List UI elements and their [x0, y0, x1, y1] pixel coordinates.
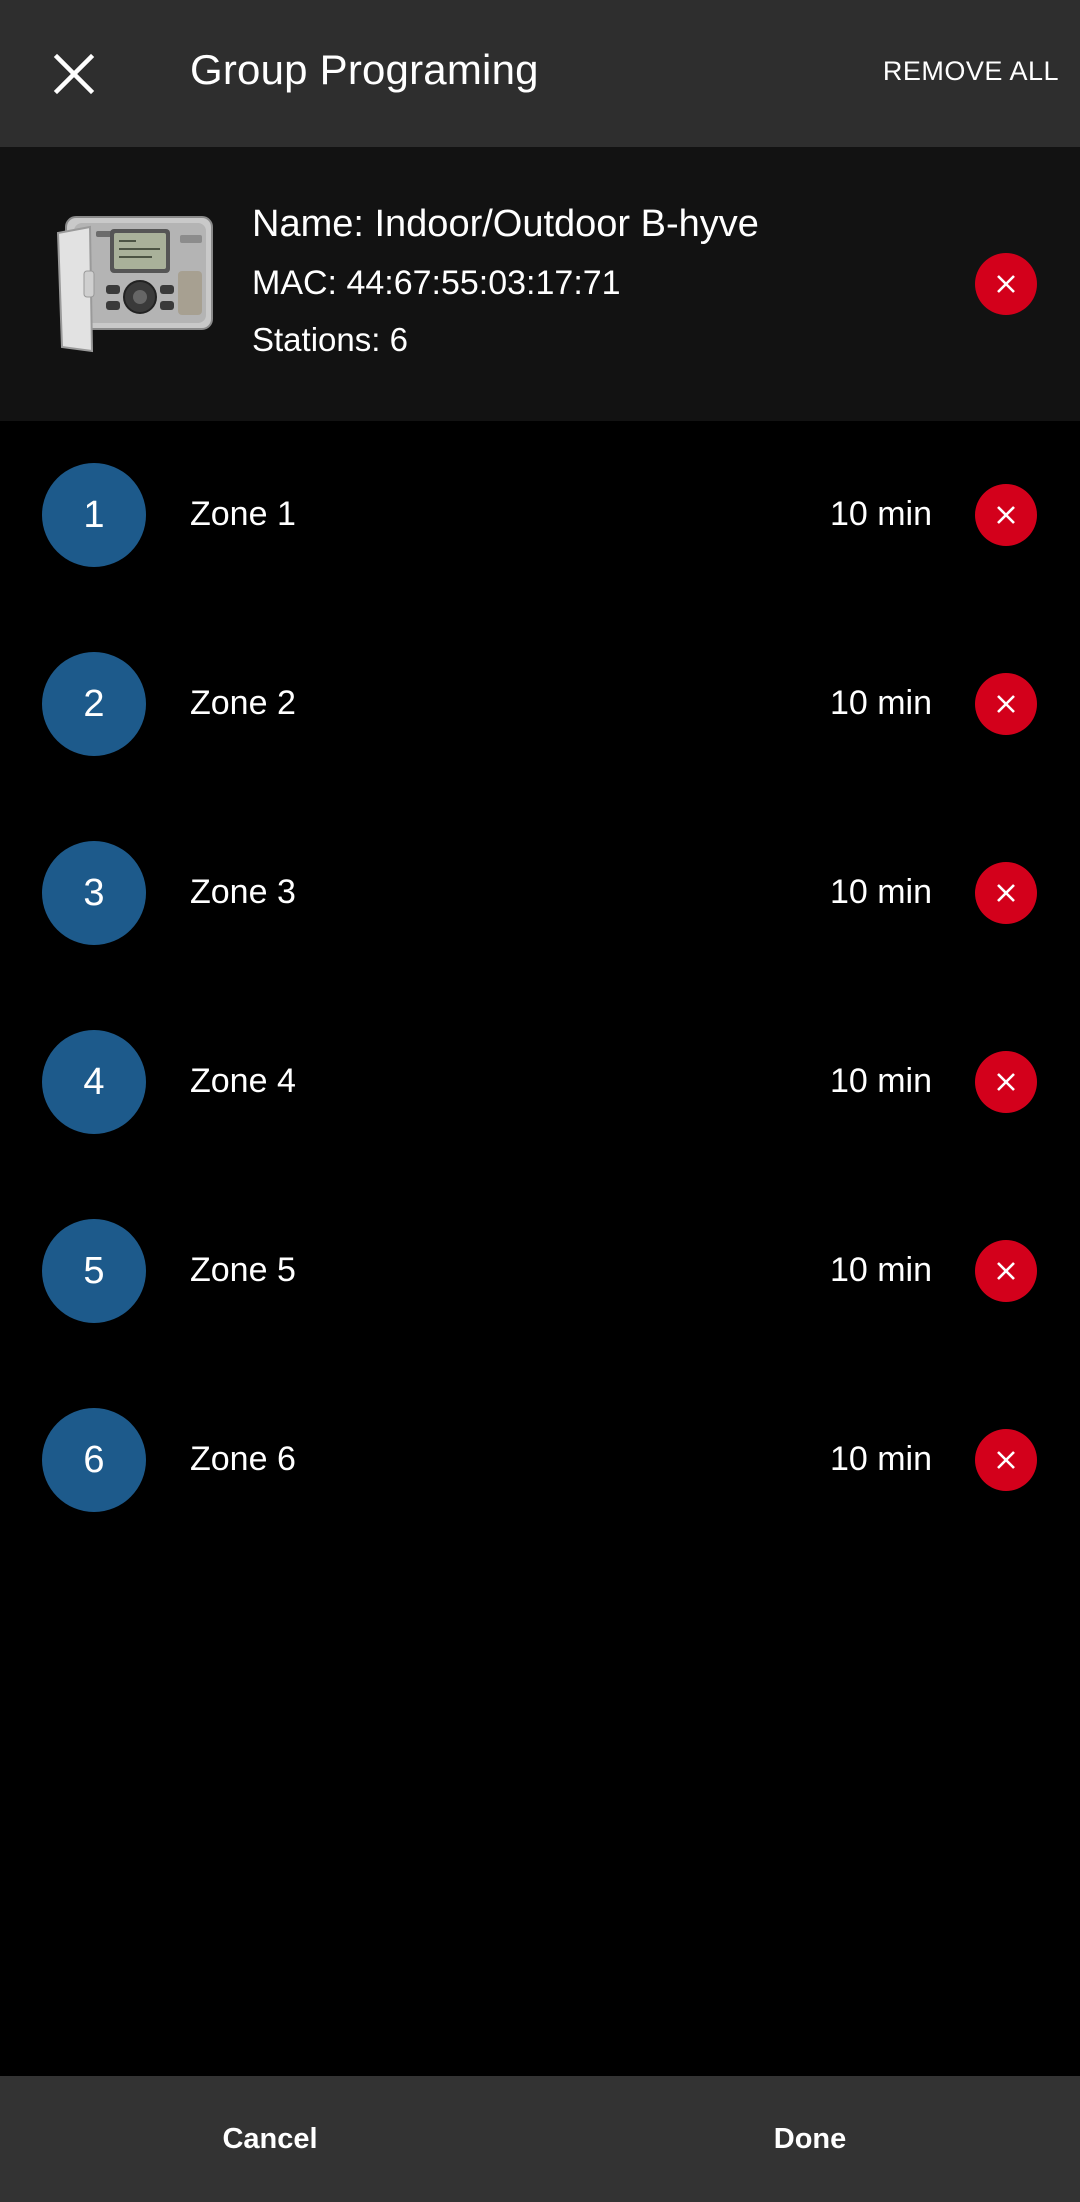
cancel-button[interactable]: Cancel	[0, 2076, 540, 2202]
close-icon	[997, 1073, 1015, 1091]
remove-zone-button[interactable]	[975, 862, 1037, 924]
device-card: Name: Indoor/Outdoor B-hyve MAC: 44:67:5…	[0, 147, 1080, 421]
zone-duration[interactable]: 10 min	[830, 875, 932, 909]
close-icon	[997, 275, 1015, 293]
zone-duration[interactable]: 10 min	[830, 497, 932, 531]
zone-number-badge: 5	[42, 1219, 146, 1323]
zone-duration[interactable]: 10 min	[830, 1253, 932, 1287]
close-icon	[997, 884, 1015, 902]
zone-row[interactable]: 5 Zone 5 10 min	[0, 1177, 1080, 1366]
device-info: Name: Indoor/Outdoor B-hyve MAC: 44:67:5…	[252, 205, 759, 356]
device-stations-count: Stations: 6	[252, 321, 408, 358]
zone-number-badge: 4	[42, 1030, 146, 1134]
remove-zone-button[interactable]	[975, 1429, 1037, 1491]
done-button[interactable]: Done	[540, 2076, 1080, 2202]
zone-name: Zone 6	[190, 1440, 296, 1478]
remove-zone-button[interactable]	[975, 1051, 1037, 1113]
remove-all-button[interactable]: REMOVE ALL	[883, 56, 1059, 87]
zone-duration[interactable]: 10 min	[830, 686, 932, 720]
zone-number-badge: 1	[42, 463, 146, 567]
zone-name: Zone 4	[190, 1062, 296, 1100]
group-programming-screen: Group Programing REMOVE ALL Name: Indoor…	[0, 0, 1080, 2202]
close-button[interactable]	[38, 38, 110, 110]
zone-number-badge: 6	[42, 1408, 146, 1512]
zone-row[interactable]: 6 Zone 6 10 min	[0, 1366, 1080, 1555]
zone-row[interactable]: 2 Zone 2 10 min	[0, 610, 1080, 799]
close-icon	[997, 1262, 1015, 1280]
zone-duration[interactable]: 10 min	[830, 1064, 932, 1098]
close-icon	[997, 695, 1015, 713]
zone-number-badge: 3	[42, 841, 146, 945]
zone-name: Zone 5	[190, 1251, 296, 1289]
zone-row[interactable]: 4 Zone 4 10 min	[0, 988, 1080, 1177]
zone-name: Zone 3	[190, 873, 296, 911]
device-mac-address: MAC: 44:67:55:03:17:71	[252, 264, 621, 302]
remove-device-button[interactable]	[975, 253, 1037, 315]
remove-zone-button[interactable]	[975, 1240, 1037, 1302]
page-title: Group Programing	[190, 46, 539, 93]
sprinkler-controller-image	[56, 216, 213, 353]
zone-list: 1 Zone 1 10 min 2 Zone 2 10 min 3 Zone 3…	[0, 421, 1080, 1555]
close-icon	[997, 506, 1015, 524]
zone-duration[interactable]: 10 min	[830, 1442, 932, 1476]
zone-row[interactable]: 3 Zone 3 10 min	[0, 799, 1080, 988]
zone-name: Zone 1	[190, 495, 296, 533]
zone-row[interactable]: 1 Zone 1 10 min	[0, 421, 1080, 610]
close-icon	[53, 53, 95, 95]
close-icon	[997, 1451, 1015, 1469]
zone-number-badge: 2	[42, 652, 146, 756]
bottom-action-bar: Cancel Done	[0, 2076, 1080, 2202]
remove-zone-button[interactable]	[975, 673, 1037, 735]
top-app-bar: Group Programing REMOVE ALL	[0, 0, 1080, 147]
device-name: Name: Indoor/Outdoor B-hyve	[252, 203, 759, 245]
remove-zone-button[interactable]	[975, 484, 1037, 546]
zone-name: Zone 2	[190, 684, 296, 722]
